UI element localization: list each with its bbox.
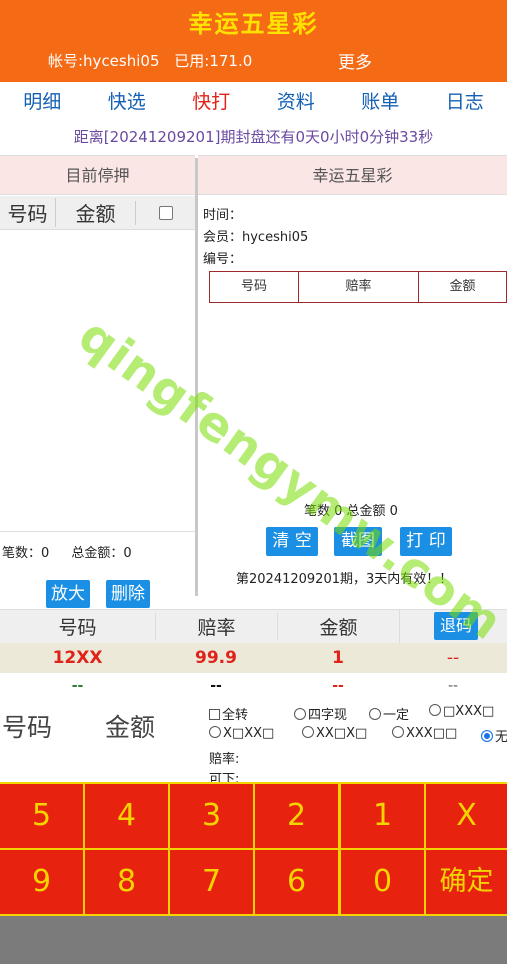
app-root: 幸运五星彩 帐号:hyceshi05 已用:171.0 更多 明细 快选 快打 … <box>0 0 507 964</box>
bet-col-amount: 金额 <box>277 613 399 640</box>
nav-quick-select[interactable]: 快选 <box>85 82 170 122</box>
bet-row-number: 12XX <box>52 648 103 668</box>
left-divider-line <box>0 531 195 532</box>
key-6[interactable]: 6 <box>255 850 338 914</box>
left-sum-count: 笔数：0 <box>2 546 50 561</box>
option-none[interactable]: 无 <box>481 726 507 745</box>
left-table-header: 号码 金额 <box>0 196 195 230</box>
ticket-serial: 编号： <box>203 252 243 267</box>
key-2[interactable]: 2 <box>255 784 338 848</box>
key-x[interactable]: X <box>426 784 507 848</box>
bet-row-odds: 99.9 <box>195 648 237 668</box>
used-amount: 已用:171.0 <box>174 52 253 70</box>
bet-row-odds: -- <box>210 678 222 694</box>
bet-table-header: 号码 赔率 金额 <box>0 609 507 644</box>
option-pattern-4[interactable]: XXX□□ <box>392 726 457 741</box>
nav-detail[interactable]: 明细 <box>0 82 85 122</box>
option-four-digit[interactable]: 四字现 <box>294 704 347 723</box>
select-all-checkbox[interactable] <box>135 200 195 225</box>
screenshot-button[interactable]: 截图 <box>334 527 382 556</box>
option-all-label: 全转 <box>222 708 249 723</box>
more-button[interactable]: 更多 <box>338 48 372 73</box>
left-col-number: 号码 <box>7 202 48 226</box>
option-none-label: 无 <box>495 730 507 745</box>
print-button[interactable]: 打 印 <box>400 527 452 556</box>
option-pattern-1-label: □XXX□ <box>443 704 495 719</box>
option-all-transfer[interactable]: 全转 <box>209 704 248 723</box>
nav-info[interactable]: 资料 <box>254 82 339 122</box>
bet-row-extra: -- <box>446 648 460 668</box>
option-four-label: 四字现 <box>308 708 348 723</box>
nav-bill[interactable]: 账单 <box>338 82 423 122</box>
ticket-summary: 笔数 0 总金额 0 <box>304 504 398 519</box>
option-pattern-2-label: X□XX□ <box>223 726 275 741</box>
option-pattern-3[interactable]: XX□X□ <box>302 726 367 741</box>
ticket-col-number: 号码 <box>240 279 267 294</box>
left-col-amount: 金额 <box>55 198 135 227</box>
app-title: 幸运五星彩 <box>188 10 319 38</box>
table-row: -- -- -- -- <box>0 675 507 697</box>
option-fixed[interactable]: 一定 <box>369 704 409 723</box>
bet-row-extra: -- <box>447 678 459 694</box>
ticket-table-header: 号码 赔率 金额 <box>209 271 507 303</box>
number-input-label[interactable]: 号码 <box>2 708 52 744</box>
main-nav: 明细 快选 快打 资料 账单 日志 <box>0 82 507 122</box>
right-panel-title: 幸运五星彩 <box>198 155 507 195</box>
retreat-button[interactable]: 退码 <box>434 612 478 640</box>
can-place-label: 可下: <box>209 772 240 782</box>
option-fixed-label: 一定 <box>383 708 410 723</box>
nav-quick-bet[interactable]: 快打 <box>169 82 254 122</box>
option-pattern-3-label: XX□X□ <box>316 726 368 741</box>
footer-bar <box>0 916 507 964</box>
key-0[interactable]: 0 <box>341 850 424 914</box>
option-pattern-1[interactable]: □XXX□ <box>429 704 494 719</box>
delete-button[interactable]: 删除 <box>106 580 150 608</box>
header-bar: 幸运五星彩 帐号:hyceshi05 已用:171.0 更多 <box>0 0 507 82</box>
option-pattern-4-label: XXX□□ <box>406 726 458 741</box>
bet-col-number: 号码 <box>58 617 97 639</box>
ticket-member: 会员：hyceshi05 <box>203 230 309 245</box>
zoom-button[interactable]: 放大 <box>46 580 90 608</box>
ticket-time: 时间： <box>203 208 243 223</box>
key-8[interactable]: 8 <box>85 850 168 914</box>
key-1[interactable]: 1 <box>341 784 424 848</box>
odds-label: 赔率: <box>209 752 240 767</box>
option-pattern-2[interactable]: X□XX□ <box>209 726 274 741</box>
confirm-button[interactable]: 确定 <box>426 850 507 914</box>
bet-row-amount: -- <box>332 678 344 694</box>
ticket-col-odds: 赔率 <box>298 272 418 302</box>
left-summary: 笔数：0 总金额：0 <box>2 542 150 561</box>
keypad: 5 4 3 2 1 X 9 8 7 6 0 确定 <box>0 782 507 916</box>
table-row[interactable]: 12XX 99.9 1 -- <box>0 643 507 673</box>
key-7[interactable]: 7 <box>170 850 253 914</box>
close-countdown: 距离[20241209201]期封盘还有0天0小时0分钟33秒 <box>73 128 434 146</box>
clear-button[interactable]: 清 空 <box>266 527 318 556</box>
key-5[interactable]: 5 <box>0 784 83 848</box>
bet-col-odds: 赔率 <box>155 613 277 640</box>
key-9[interactable]: 9 <box>0 850 83 914</box>
bet-row-number: -- <box>71 678 84 694</box>
amount-input-label[interactable]: 金额 <box>105 708 155 744</box>
left-panel-title: 目前停押 <box>0 155 195 195</box>
left-sum-total: 总金额：0 <box>71 546 132 561</box>
key-4[interactable]: 4 <box>85 784 168 848</box>
account-info: 帐号:hyceshi05 已用:171.0 <box>48 50 262 71</box>
period-note: 第20241209201期，3天内有效！！ <box>236 572 453 587</box>
bet-row-amount: 1 <box>332 648 344 668</box>
key-3[interactable]: 3 <box>170 784 253 848</box>
panel-divider <box>195 158 198 596</box>
account-name: 帐号:hyceshi05 <box>48 52 160 70</box>
nav-log[interactable]: 日志 <box>423 82 507 122</box>
ticket-col-amount: 金额 <box>418 272 506 302</box>
